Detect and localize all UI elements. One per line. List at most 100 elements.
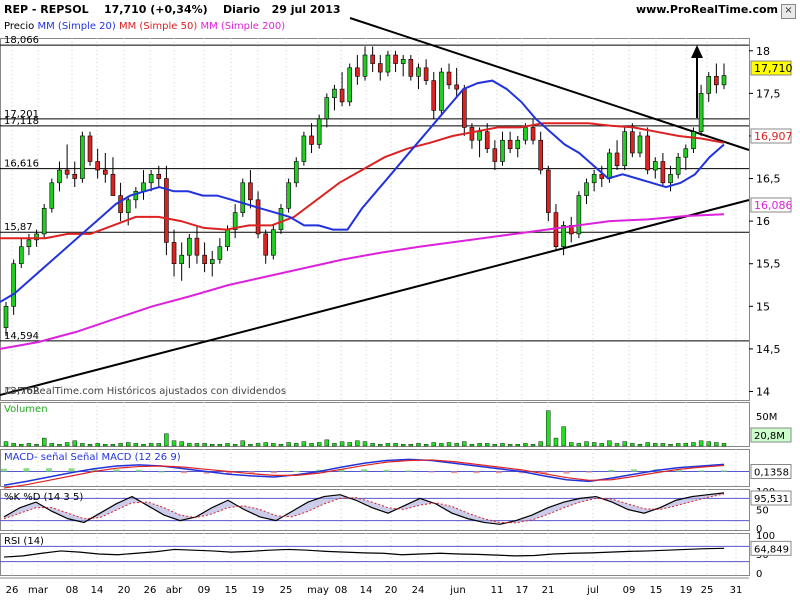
volume-bar bbox=[660, 443, 666, 447]
candle-body bbox=[11, 263, 16, 307]
candle-body bbox=[332, 88, 337, 98]
volume-bar bbox=[26, 443, 32, 447]
panel-frame-1 bbox=[0, 402, 750, 447]
volume-bar bbox=[385, 443, 391, 447]
volume-bar bbox=[232, 444, 238, 447]
x-tick-label: 15 bbox=[650, 585, 663, 596]
volume-bar bbox=[423, 444, 429, 447]
macd-histogram-bar bbox=[293, 470, 300, 472]
y-tick-label: 18 bbox=[756, 45, 770, 58]
candle-body bbox=[339, 88, 345, 103]
candle-body bbox=[477, 131, 482, 141]
macd-histogram-bar bbox=[158, 471, 165, 473]
volume-bar bbox=[614, 443, 620, 447]
volume-bar bbox=[278, 444, 284, 447]
volume-bar bbox=[553, 437, 559, 447]
x-tick-label: 21 bbox=[542, 585, 555, 596]
chart-canvas[interactable]: 26 mar 08 14 20 26 abr 09 15 19 25 may 08 14 20 24 jun 11… bbox=[0, 0, 800, 600]
volume-bar bbox=[103, 444, 108, 447]
candle-body bbox=[591, 173, 597, 184]
volume-bar bbox=[355, 440, 360, 447]
volume-bar bbox=[698, 440, 704, 447]
candle-body bbox=[400, 58, 406, 64]
volume-bar bbox=[591, 442, 597, 447]
x-tick-label: jun bbox=[449, 585, 465, 596]
volume-bar bbox=[240, 440, 245, 447]
x-tick-label: 08 bbox=[66, 585, 79, 596]
volume-bar bbox=[118, 443, 123, 447]
macd-histogram-bar bbox=[406, 470, 412, 472]
macd-histogram-bar bbox=[1, 468, 7, 472]
candle-body bbox=[668, 173, 673, 184]
candle-body bbox=[614, 152, 620, 167]
volume-bar bbox=[630, 443, 635, 447]
x-tick-label: 14 bbox=[360, 585, 373, 596]
candle-body bbox=[377, 63, 383, 73]
volume-bar bbox=[408, 444, 414, 447]
volume-bar bbox=[485, 443, 490, 447]
candle-body bbox=[293, 161, 299, 184]
candle-body bbox=[80, 135, 85, 179]
macd-histogram-bar bbox=[563, 471, 570, 474]
chart-window: REP - REPSOL 17,710 (+0,34%) Diario 29 j… bbox=[0, 0, 800, 600]
candle-body bbox=[576, 195, 582, 235]
candle-body bbox=[431, 80, 437, 111]
volume-bar bbox=[110, 444, 116, 447]
candle-body bbox=[125, 199, 131, 213]
candle-body bbox=[278, 208, 284, 230]
candle-body bbox=[286, 182, 291, 209]
x-tick-label: 19 bbox=[252, 585, 265, 596]
volume-bar bbox=[217, 444, 223, 447]
x-tick-label: 09 bbox=[623, 585, 636, 596]
value-tag-label: 16,907 bbox=[754, 130, 793, 143]
volume-bar bbox=[653, 443, 658, 447]
candle-body bbox=[347, 67, 353, 103]
volume-bar bbox=[210, 444, 215, 447]
volume-bar bbox=[187, 443, 192, 447]
candle-body bbox=[439, 71, 444, 111]
rsi-axis-tick: 100 bbox=[756, 531, 775, 542]
volume-bar bbox=[57, 444, 62, 447]
volume-bar bbox=[446, 442, 452, 447]
value-tag-label: 17,710 bbox=[754, 62, 793, 75]
candle-body bbox=[546, 169, 551, 213]
volume-bar bbox=[431, 442, 436, 447]
candle-body bbox=[698, 93, 704, 132]
candle-body bbox=[484, 131, 490, 150]
candle-body bbox=[423, 67, 429, 81]
candle-body bbox=[209, 259, 215, 265]
volume-bar bbox=[3, 441, 9, 447]
volume-bar bbox=[477, 443, 482, 447]
volume-bar bbox=[339, 441, 345, 447]
volume-bar bbox=[691, 442, 696, 447]
macd-histogram-bar bbox=[473, 471, 480, 474]
stoch-value-tag: 95,531 bbox=[754, 494, 789, 505]
volume-bar bbox=[393, 443, 398, 447]
volume-bar bbox=[439, 443, 444, 447]
volume-bar bbox=[271, 443, 276, 447]
candle-body bbox=[271, 229, 276, 256]
x-tick-label: may bbox=[307, 585, 329, 596]
volume-axis-tick: 50M bbox=[756, 412, 777, 423]
x-tick-label: 24 bbox=[412, 585, 425, 596]
rsi-axis-tick: 0 bbox=[756, 569, 762, 580]
volume-bar bbox=[599, 443, 604, 447]
candle-body bbox=[370, 54, 375, 64]
volume-bar bbox=[400, 444, 406, 447]
candle-body bbox=[660, 161, 666, 184]
candle-body bbox=[110, 173, 116, 196]
macd-histogram-bar bbox=[68, 468, 75, 472]
candle-body bbox=[248, 182, 253, 201]
volume-bar bbox=[462, 441, 467, 447]
macd-histogram-bar bbox=[361, 469, 367, 472]
volume-bar bbox=[301, 441, 307, 447]
volume-bar bbox=[637, 444, 643, 447]
candle-body bbox=[148, 173, 154, 184]
volume-bar bbox=[622, 441, 627, 447]
volume-bar bbox=[148, 443, 154, 447]
volume-bar bbox=[316, 442, 322, 447]
candle-body bbox=[721, 75, 727, 86]
level-label: 16,616 bbox=[4, 159, 39, 170]
candle-body bbox=[171, 242, 177, 265]
volume-bar bbox=[546, 410, 551, 447]
